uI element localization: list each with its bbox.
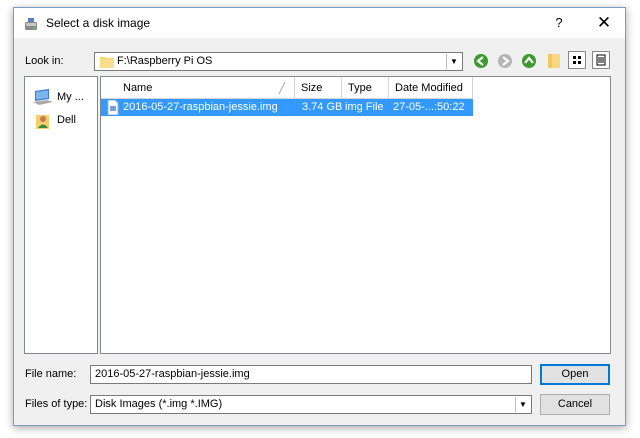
file-list: Name Size Type Date Modified 2016-05-27-… — [100, 76, 611, 354]
file-type-cell: img File — [345, 101, 384, 113]
column-header-name[interactable]: Name — [101, 77, 295, 99]
user-folder-icon — [36, 115, 49, 129]
file-name-value: 2016-05-27-raspbian-jessie.img — [95, 368, 250, 380]
help-button[interactable]: ? — [542, 8, 576, 38]
list-view-button[interactable] — [568, 51, 586, 69]
chevron-down-icon[interactable]: ▼ — [446, 54, 461, 69]
computer-icon — [33, 89, 53, 105]
file-name-input[interactable]: 2016-05-27-raspbian-jessie.img — [90, 365, 532, 384]
file-name-label: File name: — [25, 368, 77, 380]
disk-image-icon — [25, 18, 37, 30]
column-header-type[interactable]: Type — [342, 77, 389, 99]
folder-icon — [100, 57, 114, 68]
window-title: Select a disk image — [46, 16, 151, 30]
look-in-path: F:\Raspberry Pi OS — [117, 55, 213, 67]
file-type-value: Disk Images (*.img *.IMG) — [95, 398, 223, 410]
table-row[interactable]: 2016-05-27-raspbian-jessie.img 3.74 GB i… — [101, 99, 473, 116]
cancel-button[interactable]: Cancel — [540, 394, 610, 415]
detail-view-icon — [596, 54, 606, 66]
look-in-combobox[interactable]: F:\Raspberry Pi OS ▼ — [94, 52, 463, 71]
column-header-size[interactable]: Size — [295, 77, 342, 99]
look-in-label: Look in: — [25, 55, 64, 67]
file-name-cell: 2016-05-27-raspbian-jessie.img — [123, 101, 278, 113]
file-type-label: Files of type: — [25, 398, 88, 410]
sidebar-item-label: My ... — [57, 91, 84, 103]
chevron-down-icon[interactable]: ▼ — [515, 397, 530, 412]
column-header-date-modified[interactable]: Date Modified — [389, 77, 473, 99]
sidebar-item-my-computer[interactable]: My ... — [29, 88, 97, 108]
up-icon[interactable] — [520, 52, 538, 70]
file-type-combobox[interactable]: Disk Images (*.img *.IMG) ▼ — [90, 395, 532, 414]
list-view-icon — [573, 56, 581, 64]
sidebar-item-label: Dell — [57, 114, 76, 126]
sort-handle-icon — [278, 81, 286, 95]
file-size-cell: 3.74 GB — [302, 101, 342, 113]
disk-file-icon — [107, 100, 119, 115]
title-bar: Select a disk image ? ✕ — [14, 8, 625, 38]
close-button[interactable]: ✕ — [586, 8, 622, 38]
detail-view-button[interactable] — [592, 51, 610, 69]
new-folder-icon[interactable] — [545, 52, 563, 70]
sidebar-item-dell[interactable]: Dell — [29, 111, 97, 131]
file-dialog: Select a disk image ? ✕ Look in: F:\Rasp… — [13, 7, 626, 426]
forward-icon[interactable] — [496, 52, 514, 70]
file-modified-cell: 27-05-...:50:22 — [393, 101, 465, 113]
back-icon[interactable] — [472, 52, 490, 70]
open-button[interactable]: Open — [540, 364, 610, 385]
places-sidebar: My ... Dell — [24, 76, 98, 354]
